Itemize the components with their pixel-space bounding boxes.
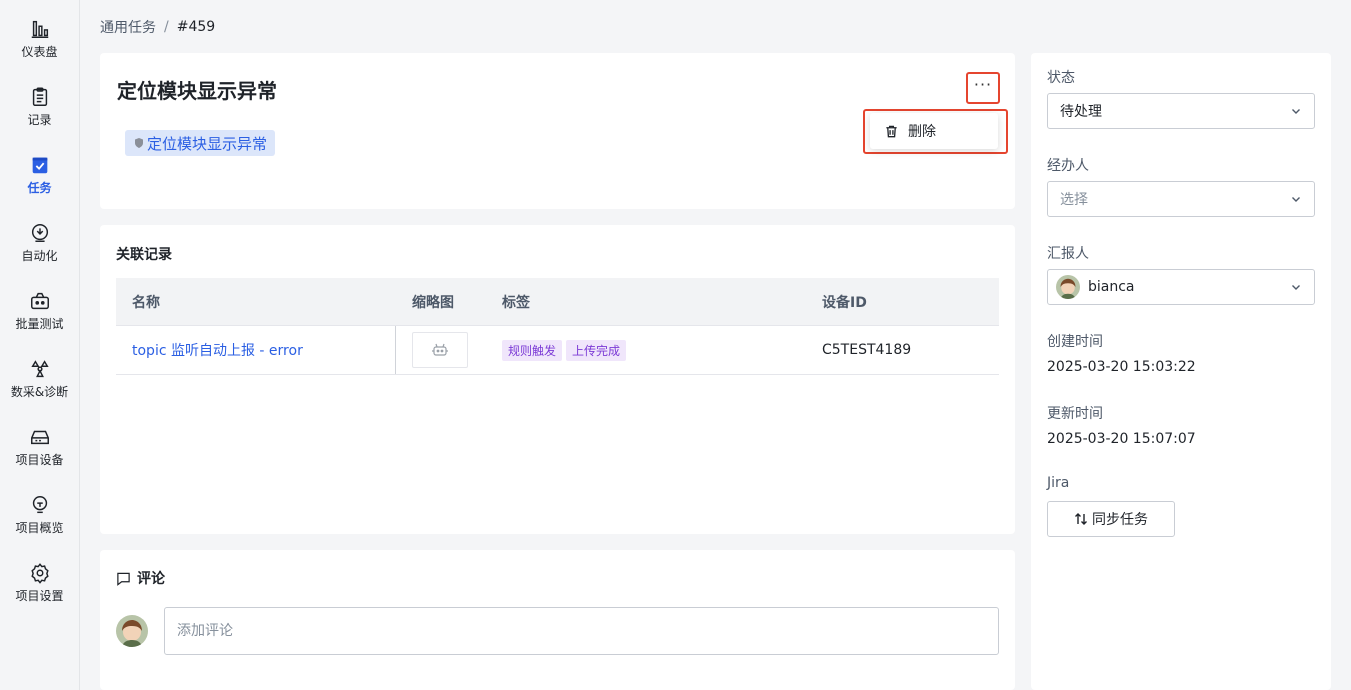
device-icon <box>30 430 49 445</box>
nav-item-automation[interactable]: 自动化 <box>0 218 79 278</box>
delete-menu-item[interactable]: 删除 <box>870 113 998 149</box>
nav-item-batch-test[interactable]: 批量测试 <box>0 286 79 346</box>
column-header-name: 名称 <box>132 294 160 311</box>
nav-item-tasks[interactable]: 任务 <box>0 150 79 210</box>
nav-label: 任务 <box>27 181 52 195</box>
nav-label: 项目概览 <box>15 521 64 535</box>
assignee-label: 经办人 <box>1047 158 1089 174</box>
automation-icon <box>31 224 48 242</box>
trash-icon <box>886 125 897 137</box>
breadcrumb-current: #459 <box>176 19 216 35</box>
nav-label: 数采&诊断 <box>10 385 69 399</box>
comment-input[interactable] <box>164 607 999 655</box>
nav-label: 批量测试 <box>15 317 64 331</box>
task-tag-chip[interactable]: 定位模块显示异常 <box>125 130 276 156</box>
reporter-label: 汇报人 <box>1047 246 1089 262</box>
reporter-avatar <box>1056 275 1080 299</box>
updated-time-value: 2025-03-20 15:07:07 <box>1047 431 1196 447</box>
reporter-value: bianca <box>1088 279 1135 295</box>
nav-label: 项目设备 <box>15 453 64 467</box>
nav-label: 记录 <box>27 113 52 127</box>
nav-item-dashboard[interactable]: 仪表盘 <box>0 14 79 74</box>
sort-arrows-icon <box>1075 513 1087 525</box>
sidebar: 仪表盘 记录 任务 自动化 批量测试 数采&诊断 项目设备 项目概览 项目设置 <box>0 0 80 690</box>
section-title: 关联记录 <box>116 247 172 263</box>
record-device-id: C5TEST4189 <box>822 342 912 358</box>
related-records-card: 关联记录 名称 缩略图 标签 设备ID topic 监听自动上报 - error… <box>100 225 1015 534</box>
created-time-value: 2025-03-20 15:03:22 <box>1047 359 1196 375</box>
record-tag: 规则触发 <box>502 339 563 361</box>
table-header: 名称 缩略图 标签 设备ID <box>116 278 999 326</box>
task-title: 定位模块显示异常 <box>117 79 277 103</box>
updated-time-label: 更新时间 <box>1047 406 1103 422</box>
created-time-label: 创建时间 <box>1047 334 1103 350</box>
gear-icon <box>30 563 49 584</box>
sync-task-label: 同步任务 <box>1092 512 1148 528</box>
nav-item-settings[interactable]: 项目设置 <box>0 558 79 618</box>
nav-label: 仪表盘 <box>21 45 58 59</box>
clipboard-icon <box>32 87 47 106</box>
nav-label: 自动化 <box>21 249 58 263</box>
nav-item-records[interactable]: 记录 <box>0 82 79 142</box>
comments-title-label: 评论 <box>137 571 165 587</box>
chevron-down-icon <box>1292 197 1300 202</box>
column-header-tags: 标签 <box>502 294 530 311</box>
assignee-placeholder: 选择 <box>1060 192 1088 208</box>
chevron-down-icon <box>1292 285 1300 290</box>
overview-icon <box>32 496 47 514</box>
column-divider <box>395 326 396 374</box>
user-avatar <box>116 615 148 647</box>
breadcrumb-separator: / <box>164 19 169 35</box>
records-table: 名称 缩略图 标签 设备ID topic 监听自动上报 - error 规则触发… <box>116 278 999 375</box>
record-tag: 上传完成 <box>566 339 627 361</box>
comments-card: 评论 <box>100 550 1015 690</box>
status-value: 待处理 <box>1060 104 1102 120</box>
record-name-link[interactable]: topic 监听自动上报 - error <box>132 343 303 359</box>
comments-title: 评论 <box>116 568 165 588</box>
reporter-select[interactable]: bianca <box>1047 269 1315 305</box>
table-row: topic 监听自动上报 - error 规则触发 上传完成 C5TEST418… <box>116 326 999 375</box>
record-thumbnail[interactable] <box>412 332 468 368</box>
bar-chart-icon <box>31 20 48 38</box>
diagnosis-icon <box>30 360 49 378</box>
delete-label: 删除 <box>908 124 936 140</box>
more-dots-icon: ··· <box>973 75 993 94</box>
nav-item-diagnosis[interactable]: 数采&诊断 <box>0 354 79 414</box>
comment-bubble-icon <box>117 572 130 586</box>
status-select[interactable]: 待处理 <box>1047 93 1315 129</box>
task-tag-label: 定位模块显示异常 <box>147 134 268 153</box>
task-check-icon <box>32 157 47 174</box>
more-actions-button[interactable]: ··· <box>966 72 1000 104</box>
chevron-down-icon <box>1292 109 1300 114</box>
nav-item-overview[interactable]: 项目概览 <box>0 490 79 550</box>
breadcrumb: 通用任务 / #459 <box>100 17 215 37</box>
shield-icon <box>135 138 143 148</box>
nav-item-devices[interactable]: 项目设备 <box>0 422 79 482</box>
nav-label: 项目设置 <box>15 589 64 603</box>
assignee-select[interactable]: 选择 <box>1047 181 1315 217</box>
jira-label: Jira <box>1047 475 1070 491</box>
status-label: 状态 <box>1047 70 1075 86</box>
sync-task-button[interactable]: 同步任务 <box>1047 501 1175 537</box>
task-properties-panel: 状态 待处理 经办人 选择 汇报人 bianca 创建时间 2025-03-20… <box>1031 53 1331 690</box>
batch-test-icon <box>30 292 49 310</box>
column-header-thumbnail: 缩略图 <box>412 294 454 311</box>
column-header-device-id: 设备ID <box>822 294 867 311</box>
robot-placeholder-icon <box>432 343 448 356</box>
breadcrumb-parent-link[interactable]: 通用任务 <box>100 17 156 37</box>
